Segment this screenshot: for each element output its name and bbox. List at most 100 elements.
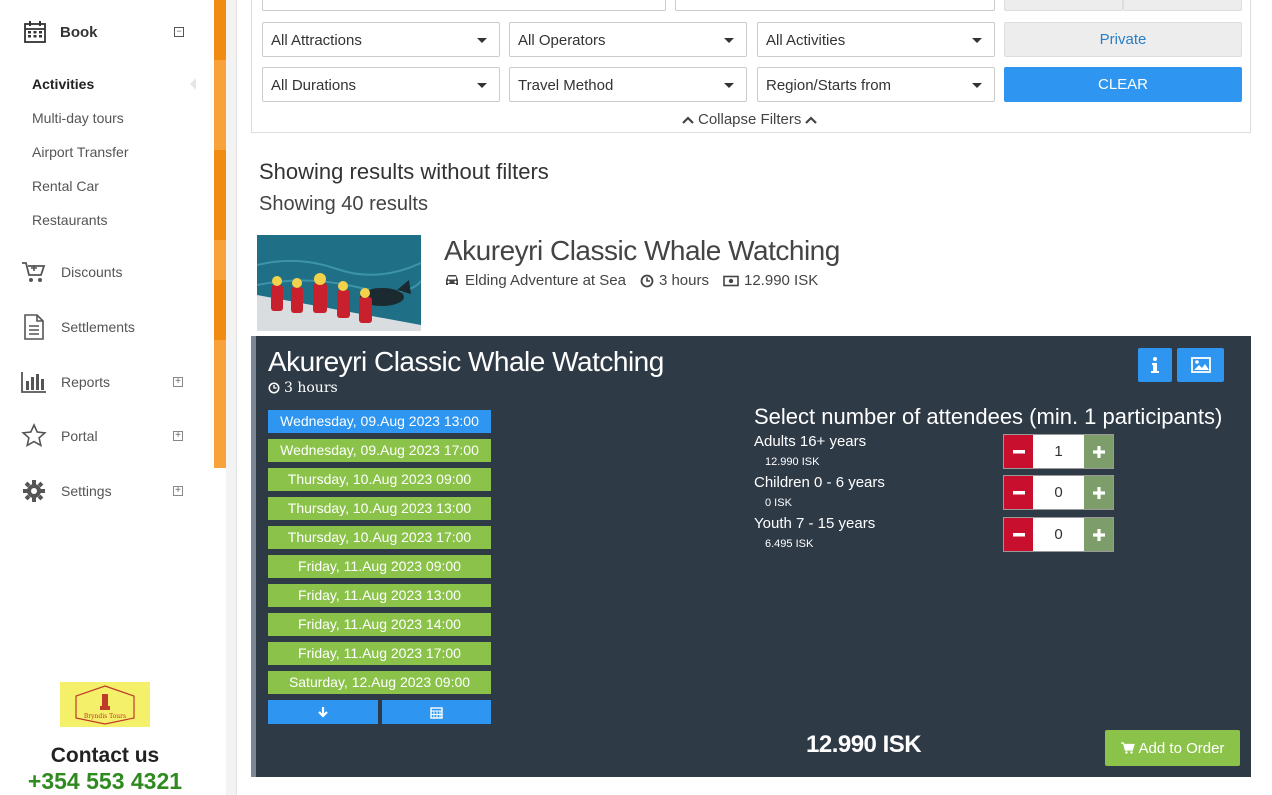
plus-icon (1092, 486, 1105, 499)
chevron-down-icon (477, 38, 487, 43)
clear-button[interactable]: CLEAR (1004, 67, 1242, 102)
nav-reports[interactable]: Reports + (21, 368, 191, 396)
adults-stepper: 1 (1003, 434, 1114, 469)
filter-button-right[interactable] (1123, 0, 1242, 11)
attendee-name: Adults 16+ years (754, 433, 867, 450)
gallery-button[interactable] (1177, 348, 1224, 382)
date-list: Wednesday, 09.Aug 2023 13:00 Wednesday, … (268, 410, 491, 700)
nav-settlements-label: Settlements (61, 319, 135, 335)
date-option[interactable]: Friday, 11.Aug 2023 13:00 (268, 584, 491, 607)
durations-select[interactable]: All Durations (262, 67, 500, 102)
contact-phone[interactable]: +354 553 4321 (0, 768, 210, 795)
attendee-row-children: Children 0 - 6 years 0 ISK (754, 474, 885, 509)
image-icon (1190, 357, 1211, 373)
children-count[interactable]: 0 (1033, 476, 1084, 509)
calendar-icon (22, 19, 48, 45)
sidebar: Book − Activities Multi-day tours Airpor… (0, 0, 214, 795)
sidebar-border (236, 0, 237, 795)
decrement-button[interactable] (1004, 435, 1033, 468)
sidebar-item-multi-day-tours[interactable]: Multi-day tours (32, 110, 124, 126)
children-stepper: 0 (1003, 475, 1114, 510)
increment-button[interactable] (1084, 518, 1113, 551)
increment-button[interactable] (1084, 476, 1113, 509)
bar-chart-icon (21, 369, 47, 395)
booking-duration: 3 hours (268, 380, 338, 396)
calendar-button[interactable] (381, 700, 491, 724)
nav-settings[interactable]: Settings + (21, 477, 191, 505)
accent-segment (214, 280, 226, 340)
nav-portal[interactable]: Portal + (21, 422, 191, 450)
decrement-button[interactable] (1004, 476, 1033, 509)
sidebar-item-rental-car[interactable]: Rental Car (32, 178, 99, 194)
chevron-down-icon (724, 38, 734, 43)
clock-icon (640, 274, 654, 287)
date-option[interactable]: Friday, 11.Aug 2023 09:00 (268, 555, 491, 578)
collapse-book-icon[interactable]: − (174, 27, 184, 37)
document-icon (21, 314, 47, 340)
sidebar-item-restaurants[interactable]: Restaurants (32, 212, 107, 228)
date-option[interactable]: Wednesday, 09.Aug 2023 13:00 (268, 410, 491, 433)
calendar-icon (430, 706, 443, 719)
nav-book[interactable]: Book − (22, 19, 192, 45)
private-button[interactable]: Private (1004, 22, 1242, 57)
plus-icon (1092, 445, 1105, 458)
sidebar-item-activities[interactable]: Activities (32, 76, 94, 92)
expand-settings-icon[interactable]: + (173, 486, 183, 496)
tour-operator-text: Elding Adventure at Sea (465, 272, 626, 289)
date-option[interactable]: Thursday, 10.Aug 2023 13:00 (268, 497, 491, 520)
more-dates-button[interactable] (268, 700, 378, 724)
expand-reports-icon[interactable]: + (173, 377, 183, 387)
add-to-order-button[interactable]: Add to Order (1105, 730, 1240, 766)
tour-price-text: 12.990 ISK (744, 272, 819, 289)
booking-duration-text: 3 hours (284, 380, 338, 396)
clock-icon (268, 382, 280, 394)
operators-value: All Operators (518, 32, 606, 49)
tour-duration: 3 hours (640, 272, 709, 289)
search-input[interactable] (262, 0, 666, 11)
logo-text: Bryndis Tours (83, 713, 127, 720)
tour-operator: Elding Adventure at Sea (444, 272, 626, 289)
date-option[interactable]: Friday, 11.Aug 2023 14:00 (268, 613, 491, 636)
attractions-select[interactable]: All Attractions (262, 22, 500, 57)
collapse-filters-label: Collapse Filters (698, 111, 802, 128)
date-option[interactable]: Thursday, 10.Aug 2023 17:00 (268, 526, 491, 549)
attractions-value: All Attractions (271, 32, 362, 49)
activities-select[interactable]: All Activities (757, 22, 995, 57)
travel-method-select[interactable]: Travel Method (509, 67, 747, 102)
region-select[interactable]: Region/Starts from (757, 67, 995, 102)
nav-book-label: Book (60, 23, 98, 41)
operators-select[interactable]: All Operators (509, 22, 747, 57)
sidebar-item-airport-transfer[interactable]: Airport Transfer (32, 144, 128, 160)
youth-count[interactable]: 0 (1033, 518, 1084, 551)
nav-settlements[interactable]: Settlements (21, 313, 191, 341)
attendee-row-adults: Adults 16+ years 12.990 ISK (754, 433, 866, 468)
date-option[interactable]: Wednesday, 09.Aug 2023 17:00 (268, 439, 491, 462)
date-option[interactable]: Thursday, 10.Aug 2023 09:00 (268, 468, 491, 491)
add-to-order-label: Add to Order (1138, 739, 1225, 757)
filter-button-left[interactable] (1004, 0, 1123, 11)
chevron-up-icon (805, 115, 818, 124)
increment-button[interactable] (1084, 435, 1113, 468)
tour-duration-text: 3 hours (658, 272, 709, 289)
minus-icon (1012, 449, 1025, 453)
attendee-name: Youth 7 - 15 years (754, 515, 876, 532)
expand-portal-icon[interactable]: + (173, 431, 183, 441)
info-button[interactable] (1138, 348, 1172, 382)
sidebar-gutter (226, 0, 236, 795)
logo-emblem-icon (75, 685, 135, 725)
date-option[interactable]: Friday, 11.Aug 2023 17:00 (268, 642, 491, 665)
date-option[interactable]: Saturday, 12.Aug 2023 09:00 (268, 671, 491, 694)
adults-count[interactable]: 1 (1033, 435, 1084, 468)
date-range-input[interactable] (675, 0, 995, 11)
nav-discounts[interactable]: Discounts (21, 258, 191, 286)
tour-title[interactable]: Akureyri Classic Whale Watching (444, 235, 840, 267)
results-count: Showing 40 results (259, 193, 428, 215)
travel-method-value: Travel Method (518, 77, 614, 94)
collapse-filters-toggle[interactable]: Collapse Filters (682, 111, 818, 128)
info-icon (1151, 357, 1159, 373)
money-icon (723, 275, 739, 286)
tour-thumbnail[interactable] (257, 235, 421, 331)
decrement-button[interactable] (1004, 518, 1033, 551)
durations-value: All Durations (271, 77, 357, 94)
chevron-down-icon (477, 83, 487, 88)
